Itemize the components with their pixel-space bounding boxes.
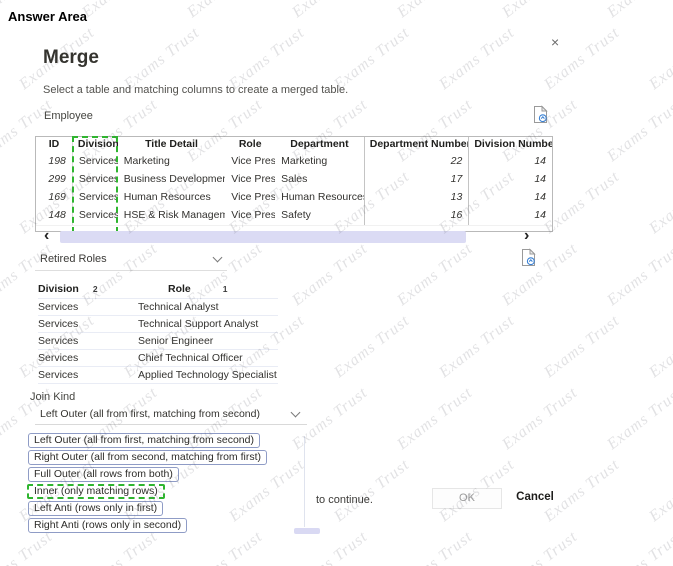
employee-cell[interactable]: 22 bbox=[365, 153, 470, 171]
dropdown-panel-edge bbox=[304, 436, 305, 527]
join-kind-dropdown-value: Left Outer (all from first, matching fro… bbox=[40, 408, 260, 420]
retired-roles-cell[interactable]: Technical Support Analyst bbox=[138, 316, 278, 332]
column-header-division[interactable]: Division bbox=[73, 137, 118, 153]
join-kind-option-inner[interactable]: Inner (only matching rows) bbox=[27, 484, 165, 499]
retired-roles-row: ServicesChief Technical Officer bbox=[38, 350, 278, 367]
employee-cell[interactable]: Vice President bbox=[225, 171, 275, 189]
answer-area-title: Answer Area bbox=[8, 9, 87, 24]
column-header-department[interactable]: Department bbox=[275, 137, 365, 153]
employee-header: IDDivisionTitle DetailRoleDepartmentDepa… bbox=[36, 137, 552, 153]
employee-cell[interactable]: Human Resources bbox=[118, 189, 226, 207]
retired-roles-row: ServicesTechnical Support Analyst bbox=[38, 316, 278, 333]
column-header-role[interactable]: Role 1 bbox=[138, 283, 278, 298]
retired-roles-cell[interactable]: Services bbox=[38, 367, 138, 383]
chevron-down-icon bbox=[291, 408, 301, 418]
extract-table-doc-icon[interactable] bbox=[521, 248, 536, 267]
join-kind-options-list: Left Outer (all from first, matching fro… bbox=[28, 433, 267, 535]
employee-cell[interactable]: Vice President bbox=[225, 189, 275, 207]
screenshot-stage: Answer Area × Merge Select a table and m… bbox=[0, 0, 673, 566]
extract-table-doc-icon[interactable] bbox=[533, 105, 548, 124]
column-header-text: Division bbox=[38, 283, 79, 298]
retired-roles-table: Division2Role1 ServicesTechnical Analyst… bbox=[38, 283, 278, 384]
scroll-right-arrow[interactable]: › bbox=[524, 227, 529, 245]
employee-cell[interactable]: 16 bbox=[365, 207, 470, 225]
employee-table-row: 299ServicesBusiness DevelopmentVice Pres… bbox=[36, 171, 552, 189]
employee-cell[interactable]: Services bbox=[73, 171, 118, 189]
employee-table-label: Employee bbox=[44, 110, 93, 122]
column-header-division[interactable]: Division 2 bbox=[38, 283, 138, 298]
horizontal-scrollbar-thumb[interactable] bbox=[60, 231, 466, 243]
employee-body: 198ServicesMarketingVice PresidentMarket… bbox=[36, 153, 552, 225]
employee-table-row: 198ServicesMarketingVice PresidentMarket… bbox=[36, 153, 552, 171]
join-kind-option-right-anti[interactable]: Right Anti (rows only in second) bbox=[28, 518, 187, 533]
employee-cell[interactable]: 14 bbox=[469, 171, 552, 189]
column-header-text: Role bbox=[168, 283, 191, 298]
dropdown-scrollbar[interactable] bbox=[294, 528, 320, 534]
employee-cell[interactable]: Business Development bbox=[118, 171, 226, 189]
retired-roles-cell[interactable]: Services bbox=[38, 333, 138, 349]
column-header-role[interactable]: Role bbox=[225, 137, 275, 153]
employee-table-row: 148ServicesHSE & Risk ManagementVice Pre… bbox=[36, 207, 552, 225]
retired-roles-row: ServicesApplied Technology Specialist bbox=[38, 367, 278, 384]
continue-hint-text: to continue. bbox=[316, 494, 373, 506]
employee-cell[interactable]: Sales bbox=[275, 171, 365, 189]
column-header-id[interactable]: ID bbox=[36, 137, 73, 153]
retired-roles-cell[interactable]: Services bbox=[38, 299, 138, 315]
retired-roles-cell[interactable]: Services bbox=[38, 350, 138, 366]
retired-roles-header: Division 2 Role 1 bbox=[38, 283, 278, 299]
employee-cell[interactable]: 14 bbox=[469, 153, 552, 171]
employee-cell[interactable]: Services bbox=[73, 189, 118, 207]
join-kind-option-left-outer[interactable]: Left Outer (all from first, matching fro… bbox=[28, 433, 260, 448]
employee-cell[interactable]: Services bbox=[73, 153, 118, 171]
dialog-title: Merge bbox=[43, 47, 99, 69]
employee-cell[interactable]: Human Resources bbox=[275, 189, 365, 207]
employee-cell[interactable]: 148 bbox=[36, 207, 73, 225]
retired-roles-cell[interactable]: Senior Engineer bbox=[138, 333, 278, 349]
dialog-subtitle: Select a table and matching columns to c… bbox=[43, 84, 348, 96]
retired-roles-cell[interactable]: Technical Analyst bbox=[138, 299, 278, 315]
retired-roles-cell[interactable]: Services bbox=[38, 316, 138, 332]
retired-roles-cell[interactable]: Applied Technology Specialist bbox=[138, 367, 278, 383]
column-header-department-number[interactable]: Department Number bbox=[365, 137, 470, 153]
column-order-badge: 1 bbox=[223, 284, 228, 298]
join-kind-label: Join Kind bbox=[30, 391, 75, 403]
employee-cell[interactable]: HSE & Risk Management bbox=[118, 207, 226, 225]
retired-roles-dropdown-value: Retired Roles bbox=[40, 253, 107, 265]
join-kind-option-full-outer[interactable]: Full Outer (all rows from both) bbox=[28, 467, 179, 482]
employee-cell[interactable]: Vice President bbox=[225, 153, 275, 171]
retired-roles-cell[interactable]: Chief Technical Officer bbox=[138, 350, 278, 366]
column-order-badge: 2 bbox=[93, 284, 98, 298]
employee-cell[interactable]: 14 bbox=[469, 189, 552, 207]
chevron-down-icon bbox=[213, 253, 223, 263]
employee-cell[interactable]: 17 bbox=[365, 171, 470, 189]
employee-cell[interactable]: Vice President bbox=[225, 207, 275, 225]
join-kind-dropdown[interactable]: Left Outer (all from first, matching fro… bbox=[35, 405, 307, 425]
employee-cell[interactable]: 13 bbox=[365, 189, 470, 207]
retired-roles-body: ServicesTechnical AnalystServicesTechnic… bbox=[38, 299, 278, 384]
join-kind-option-left-anti[interactable]: Left Anti (rows only in first) bbox=[28, 501, 163, 516]
close-icon[interactable]: × bbox=[551, 34, 559, 50]
retired-roles-dropdown[interactable]: Retired Roles bbox=[35, 250, 227, 271]
employee-cell[interactable]: Marketing bbox=[275, 153, 365, 171]
employee-cell[interactable]: Safety bbox=[275, 207, 365, 225]
cancel-button[interactable]: Cancel bbox=[505, 488, 565, 509]
ok-button[interactable]: OK bbox=[432, 488, 502, 509]
employee-cell[interactable]: 299 bbox=[36, 171, 73, 189]
employee-cell[interactable]: 169 bbox=[36, 189, 73, 207]
scroll-left-arrow[interactable]: ‹ bbox=[44, 227, 49, 245]
employee-cell[interactable]: Services bbox=[73, 207, 118, 225]
column-header-title-detail[interactable]: Title Detail bbox=[118, 137, 226, 153]
employee-cell[interactable]: 198 bbox=[36, 153, 73, 171]
employee-cell[interactable]: 14 bbox=[469, 207, 552, 225]
column-header-division-number[interactable]: Division Number bbox=[469, 137, 552, 153]
employee-table: IDDivisionTitle DetailRoleDepartmentDepa… bbox=[35, 136, 553, 232]
employee-table-row: 169ServicesHuman ResourcesVice President… bbox=[36, 189, 552, 207]
join-kind-option-right-outer[interactable]: Right Outer (all from second, matching f… bbox=[28, 450, 267, 465]
employee-partial-row bbox=[36, 225, 552, 230]
retired-roles-row: ServicesTechnical Analyst bbox=[38, 299, 278, 316]
employee-cell[interactable]: Marketing bbox=[118, 153, 226, 171]
retired-roles-row: ServicesSenior Engineer bbox=[38, 333, 278, 350]
